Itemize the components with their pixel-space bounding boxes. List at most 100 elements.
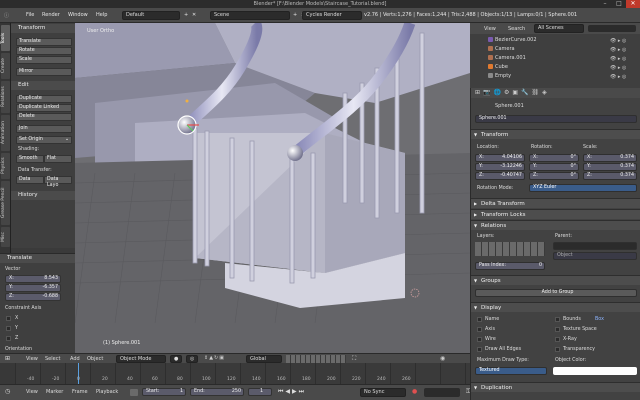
tl-menu-frame[interactable]: Frame xyxy=(72,389,88,395)
tl-menu-marker[interactable]: Marker xyxy=(46,389,63,395)
vector-x-field[interactable]: X: 8.543 xyxy=(5,275,61,283)
join-button[interactable]: Join xyxy=(16,125,72,133)
tab-misc[interactable]: Misc xyxy=(1,227,10,247)
duplicate-linked-button[interactable]: Duplicate Linked xyxy=(16,104,72,112)
tl-menu-playback[interactable]: Playback xyxy=(96,389,118,395)
draw-all-edges-checkbox[interactable] xyxy=(477,347,482,352)
menu-add[interactable]: Add xyxy=(70,356,80,362)
end-frame-field[interactable]: End: 250 xyxy=(190,388,244,396)
add-to-group-button[interactable]: Add to Group xyxy=(475,289,637,297)
tab-tools[interactable]: Tools xyxy=(1,25,10,51)
tab-physics[interactable]: Physics xyxy=(1,153,10,179)
menu-select[interactable]: Select xyxy=(45,356,60,362)
outliner-menu-view[interactable]: View xyxy=(484,26,496,32)
mode-select[interactable]: Object Mode xyxy=(116,355,166,363)
add-layout-icon[interactable]: + xyxy=(184,12,188,18)
render-engine-select[interactable]: Cycles Render xyxy=(302,11,362,20)
object-name-field[interactable]: Sphere.001 xyxy=(475,115,637,123)
rotation-z-field[interactable]: Z: 0° xyxy=(529,172,579,180)
rotation-y-field[interactable]: Y: 0° xyxy=(529,163,579,171)
maximize-icon[interactable]: □ xyxy=(612,0,626,8)
texture-space-checkbox[interactable] xyxy=(555,327,560,332)
sync-select[interactable]: No Sync xyxy=(360,388,406,397)
minimize-icon[interactable]: – xyxy=(598,0,612,8)
tab-animation[interactable]: Animation xyxy=(1,115,10,151)
history-panel-title[interactable]: History xyxy=(11,191,75,200)
duplication-section[interactable]: Duplication xyxy=(471,382,640,393)
name-checkbox[interactable] xyxy=(477,317,482,322)
tab-create[interactable]: Create xyxy=(1,53,10,79)
delta-transform-section[interactable]: Delta Transform xyxy=(471,198,640,209)
data-layout-button[interactable]: Data Layo xyxy=(44,176,72,188)
scene-select[interactable]: Scene xyxy=(210,11,290,20)
object-color-swatch[interactable] xyxy=(553,367,637,375)
outliner-search-input[interactable] xyxy=(588,25,636,32)
location-z-field[interactable]: Z: -0.40747 xyxy=(475,172,525,180)
rotate-button[interactable]: Rotate xyxy=(16,47,72,55)
constraint-x-checkbox[interactable] xyxy=(6,316,11,321)
set-origin-button[interactable]: Set Origin ⌄ xyxy=(16,136,72,144)
tl-menu-view[interactable]: View xyxy=(26,389,38,395)
smooth-button[interactable]: Smooth xyxy=(16,155,44,163)
sphere-object[interactable] xyxy=(287,145,303,161)
display-section[interactable]: Display xyxy=(471,302,640,313)
location-x-field[interactable]: X: 4.04106 xyxy=(475,154,525,162)
vector-y-field[interactable]: Y: -6.357 xyxy=(5,284,61,292)
layout-select[interactable]: Default xyxy=(122,11,180,20)
transform-locks-section[interactable]: Transform Locks xyxy=(471,209,640,220)
menu-window[interactable]: Window xyxy=(68,12,88,18)
menu-render[interactable]: Render xyxy=(42,12,60,18)
relations-section[interactable]: Relations xyxy=(471,220,640,231)
timeline-editor-icon[interactable]: ◷ xyxy=(5,388,10,395)
groups-section[interactable]: Groups xyxy=(471,275,640,286)
playback-controls-icon[interactable]: ⏮◀▶⏭ xyxy=(278,388,306,396)
outliner-menu-search[interactable]: Search xyxy=(508,26,525,32)
operator-title[interactable]: Translate xyxy=(0,254,75,263)
bounds-checkbox[interactable] xyxy=(555,317,560,322)
menu-object[interactable]: Object xyxy=(87,356,103,362)
outliner-visibility-icons[interactable]: 👁 ▸ ◎ 👁 ▸ ◎ 👁 ▸ ◎ 👁 ▸ ◎ 👁 ▸ ◎ xyxy=(610,37,636,81)
vector-z-field[interactable]: Z: -0.688 xyxy=(5,293,61,301)
parent-type-select[interactable]: Object xyxy=(553,252,637,260)
render-preview-icon[interactable]: ◉ xyxy=(440,355,445,362)
editor-type-icon[interactable]: ⓘ xyxy=(4,12,9,19)
constraint-z-checkbox[interactable] xyxy=(6,336,11,341)
tab-relations[interactable]: Relations xyxy=(1,81,10,113)
preview-range-icon[interactable] xyxy=(130,389,138,396)
close-icon[interactable]: ✕ xyxy=(626,0,640,8)
context-tab-icons[interactable]: ⊞📷🌐⚙▣🔧⛓◈ xyxy=(475,89,550,96)
flat-button[interactable]: Flat xyxy=(44,155,72,163)
data-button[interactable]: Data xyxy=(16,176,44,184)
properties-tabs[interactable]: ⊞📷🌐⚙▣🔧⛓◈ xyxy=(471,88,640,98)
add-scene-icon[interactable]: + xyxy=(293,12,297,18)
view3d-editor-icon[interactable]: ⊞ xyxy=(5,355,10,362)
3d-viewport[interactable]: User Ortho (1) Sphere.001 xyxy=(75,23,470,353)
layer-buttons[interactable] xyxy=(286,355,346,363)
current-frame-field[interactable]: 1 xyxy=(248,388,272,396)
location-y-field[interactable]: Y: -3.12246 xyxy=(475,163,525,171)
mirror-button[interactable]: Mirror xyxy=(16,68,72,76)
pass-index-field[interactable]: Pass Index: 0 xyxy=(475,262,545,270)
translate-button[interactable]: Translate xyxy=(16,38,72,46)
scale-y-field[interactable]: Y: 0.374 xyxy=(583,163,637,171)
menu-file[interactable]: File xyxy=(26,12,34,18)
max-draw-type-select[interactable]: Textured xyxy=(475,367,547,375)
manipulator-icons[interactable]: ⇕▲↻▣ xyxy=(204,355,225,361)
xray-checkbox[interactable] xyxy=(555,337,560,342)
shading-mode-icon[interactable]: ● xyxy=(170,355,182,363)
tab-grease-pencil[interactable]: Grease Pencil xyxy=(1,181,10,225)
transparency-checkbox[interactable] xyxy=(555,347,560,352)
parent-field[interactable] xyxy=(553,242,637,250)
wire-checkbox[interactable] xyxy=(477,337,482,342)
record-icon[interactable]: ● xyxy=(412,388,417,395)
menu-view[interactable]: View xyxy=(26,356,38,362)
axis-checkbox[interactable] xyxy=(477,327,482,332)
constraint-y-checkbox[interactable] xyxy=(6,326,11,331)
outliner-scope-select[interactable]: All Scenes xyxy=(534,24,584,33)
remove-layout-icon[interactable]: ✕ xyxy=(192,12,196,18)
start-frame-field[interactable]: Start: 1 xyxy=(142,388,186,396)
menu-help[interactable]: Help xyxy=(96,12,107,18)
scale-button[interactable]: Scale xyxy=(16,56,72,64)
duplicate-button[interactable]: Duplicate xyxy=(16,95,72,103)
pivot-point-icon[interactable]: ◎ xyxy=(186,355,198,363)
